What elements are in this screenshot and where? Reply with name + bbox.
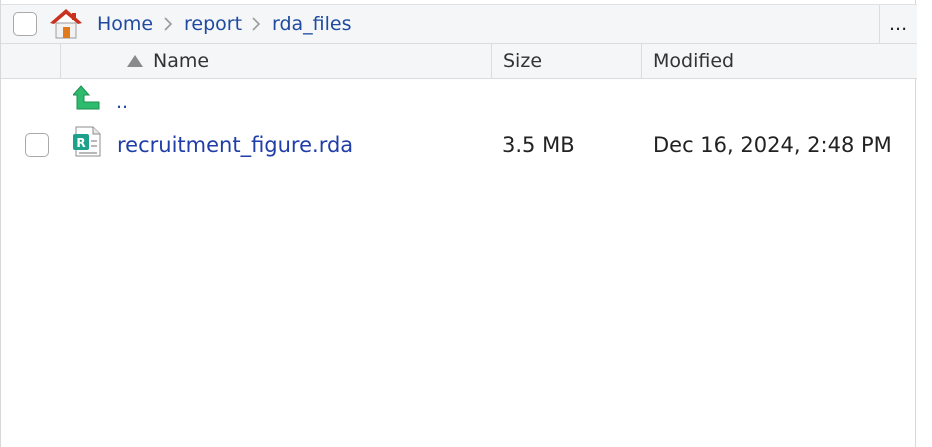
select-all-checkbox[interactable] — [13, 12, 37, 36]
parent-dir-link[interactable]: .. — [116, 92, 128, 112]
arrow-up-icon[interactable] — [73, 84, 101, 112]
column-header: Name Size Modified — [1, 44, 917, 79]
more-options-button[interactable]: ... — [889, 11, 907, 37]
breadcrumb: Home report rda_files ... — [1, 4, 917, 44]
file-size: 3.5 MB — [502, 133, 575, 157]
column-size-label: Size — [503, 50, 543, 72]
chevron-right-icon — [252, 17, 261, 31]
svg-text:R: R — [76, 136, 85, 150]
file-checkbox[interactable] — [25, 133, 49, 157]
files-pane: Home report rda_files ... Name Size Modi… — [0, 0, 917, 447]
column-modified-header[interactable]: Modified — [642, 44, 917, 78]
chevron-right-icon — [164, 17, 173, 31]
r-data-file-icon: R — [73, 126, 101, 157]
column-name-label: Name — [153, 50, 210, 72]
column-modified-label: Modified — [653, 50, 735, 72]
file-modified: Dec 16, 2024, 2:48 PM — [653, 133, 892, 157]
breadcrumb-rda-files[interactable]: rda_files — [272, 11, 352, 37]
breadcrumb-report[interactable]: report — [184, 11, 242, 37]
file-name-link[interactable]: recruitment_figure.rda — [117, 131, 353, 159]
sort-ascending-icon — [127, 55, 143, 67]
home-icon[interactable] — [49, 8, 83, 40]
breadcrumb-home[interactable]: Home — [97, 11, 153, 37]
column-name-header[interactable]: Name — [61, 44, 492, 78]
column-size-header[interactable]: Size — [492, 44, 642, 78]
column-checkbox-header — [1, 44, 61, 78]
